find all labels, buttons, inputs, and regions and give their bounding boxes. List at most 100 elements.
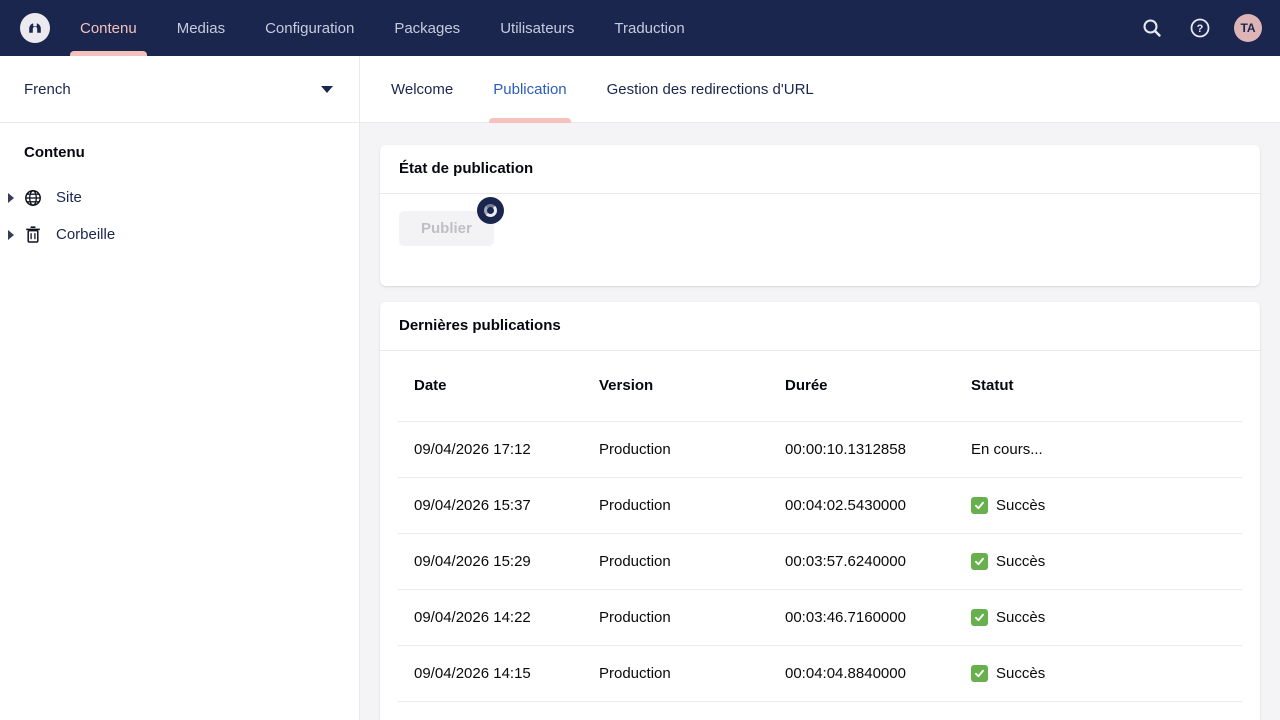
cell-duration: 00:00:10.1312858 bbox=[769, 421, 955, 477]
success-check-icon bbox=[971, 609, 988, 626]
active-tab-indicator bbox=[489, 118, 570, 123]
column-header-version: Version bbox=[583, 351, 769, 421]
globe-icon bbox=[24, 189, 42, 207]
tree-item-corbeille[interactable]: Corbeille bbox=[0, 216, 359, 253]
table-row: 09/04/2026 15:29 Production 00:03:57.624… bbox=[398, 533, 1242, 589]
success-check-icon bbox=[971, 497, 988, 514]
nav-item-label: Contenu bbox=[80, 20, 137, 37]
column-header-date: Date bbox=[398, 351, 583, 421]
cell-version: Production bbox=[583, 701, 769, 720]
cell-status: Succès bbox=[955, 701, 1242, 720]
nav-item-label: Packages bbox=[394, 20, 460, 37]
search-icon bbox=[1141, 17, 1163, 39]
active-section-indicator bbox=[70, 51, 147, 56]
card-title: Dernières publications bbox=[399, 317, 561, 334]
status-text: Succès bbox=[996, 553, 1045, 570]
language-selector[interactable]: French bbox=[0, 56, 359, 123]
nav-item-traduction[interactable]: Traduction bbox=[614, 0, 684, 56]
nav-item-label: Traduction bbox=[614, 20, 684, 37]
language-selector-value: French bbox=[24, 81, 71, 98]
main-panel: Welcome Publication Gestion des redirect… bbox=[360, 56, 1280, 720]
column-header-status: Statut bbox=[955, 351, 1242, 421]
search-button[interactable] bbox=[1138, 14, 1166, 42]
cell-date: 09/04/2026 14:15 bbox=[398, 645, 583, 701]
publication-state-card: État de publication Publier bbox=[380, 145, 1260, 286]
status-badge: Succès bbox=[971, 590, 1242, 645]
nav-item-contenu[interactable]: Contenu bbox=[80, 0, 137, 56]
status-badge: Succès bbox=[971, 646, 1242, 701]
tree-item-label: Site bbox=[56, 189, 82, 206]
card-header: Dernières publications bbox=[380, 302, 1260, 351]
nav-item-label: Medias bbox=[177, 20, 225, 37]
svg-text:?: ? bbox=[1197, 23, 1204, 35]
cell-status: En cours... bbox=[955, 421, 1242, 477]
table-row: 09/04/2026 14:22 Production 00:03:46.716… bbox=[398, 589, 1242, 645]
trash-icon bbox=[24, 226, 42, 243]
table-row: 09/04/2026 13:48 Production 00:04:00.224… bbox=[398, 701, 1242, 720]
card-title: État de publication bbox=[399, 160, 533, 177]
cell-date: 09/04/2026 15:37 bbox=[398, 477, 583, 533]
success-check-icon bbox=[971, 553, 988, 570]
cell-date: 09/04/2026 17:12 bbox=[398, 421, 583, 477]
chevron-down-icon bbox=[321, 86, 333, 93]
column-header-duration: Durée bbox=[769, 351, 955, 421]
top-navigation-bar: Contenu Medias Configuration Packages Ut… bbox=[0, 0, 1280, 56]
status-badge: Succès bbox=[971, 478, 1242, 533]
tab-label: Gestion des redirections d'URL bbox=[607, 81, 814, 98]
cell-duration: 00:04:02.5430000 bbox=[769, 477, 955, 533]
status-badge: En cours... bbox=[971, 422, 1242, 477]
nav-item-packages[interactable]: Packages bbox=[394, 0, 460, 56]
user-avatar[interactable]: TA bbox=[1234, 14, 1262, 42]
nav-item-utilisateurs[interactable]: Utilisateurs bbox=[500, 0, 574, 56]
status-text: Succès bbox=[996, 497, 1045, 514]
cell-status: Succès bbox=[955, 533, 1242, 589]
cell-status: Succès bbox=[955, 645, 1242, 701]
cell-version: Production bbox=[583, 421, 769, 477]
table-row: 09/04/2026 17:12 Production 00:00:10.131… bbox=[398, 421, 1242, 477]
tab-content: État de publication Publier Dernières pu… bbox=[360, 123, 1280, 720]
tree-section-header: Contenu bbox=[0, 123, 359, 171]
publications-table-body: 09/04/2026 17:12 Production 00:00:10.131… bbox=[398, 421, 1242, 720]
publish-button-wrapper: Publier bbox=[399, 211, 494, 246]
table-row: 09/04/2026 14:15 Production 00:04:04.884… bbox=[398, 645, 1242, 701]
content-tree-sidebar: French Contenu Site bbox=[0, 56, 360, 720]
cell-status: Succès bbox=[955, 589, 1242, 645]
tab-publication[interactable]: Publication bbox=[493, 56, 566, 123]
content-tree: Site Corbeille bbox=[0, 171, 359, 253]
nav-item-label: Configuration bbox=[265, 20, 354, 37]
expand-caret-icon[interactable] bbox=[8, 230, 14, 240]
section-menu: Contenu Medias Configuration Packages Ut… bbox=[80, 0, 685, 56]
publications-table: Date Version Durée Statut 09/04/2026 17:… bbox=[398, 351, 1242, 720]
umbraco-logo[interactable] bbox=[20, 13, 50, 43]
tree-item-site[interactable]: Site bbox=[0, 179, 359, 216]
card-header: État de publication bbox=[380, 145, 1260, 194]
tab-label: Welcome bbox=[391, 81, 453, 98]
loading-badge bbox=[477, 197, 504, 224]
table-row: 09/04/2026 15:37 Production 00:04:02.543… bbox=[398, 477, 1242, 533]
cell-duration: 00:03:46.7160000 bbox=[769, 589, 955, 645]
cell-version: Production bbox=[583, 645, 769, 701]
tab-welcome[interactable]: Welcome bbox=[391, 56, 453, 123]
help-button[interactable]: ? bbox=[1186, 14, 1214, 42]
cell-version: Production bbox=[583, 589, 769, 645]
status-badge: Succès bbox=[971, 534, 1242, 589]
nav-item-configuration[interactable]: Configuration bbox=[265, 0, 354, 56]
cell-status: Succès bbox=[955, 477, 1242, 533]
status-text: En cours... bbox=[971, 441, 1043, 458]
tab-label: Publication bbox=[493, 81, 566, 98]
success-check-icon bbox=[971, 665, 988, 682]
help-icon: ? bbox=[1189, 17, 1211, 39]
workspace: French Contenu Site bbox=[0, 56, 1280, 720]
umbraco-u-icon bbox=[25, 18, 45, 38]
publish-card-body: Publier bbox=[380, 194, 1260, 286]
status-text: Succès bbox=[996, 609, 1045, 626]
nav-item-medias[interactable]: Medias bbox=[177, 0, 225, 56]
cell-date: 09/04/2026 15:29 bbox=[398, 533, 583, 589]
cell-date: 09/04/2026 13:48 bbox=[398, 701, 583, 720]
content-tabs: Welcome Publication Gestion des redirect… bbox=[360, 56, 1280, 123]
cell-version: Production bbox=[583, 533, 769, 589]
publications-table-wrap: Date Version Durée Statut 09/04/2026 17:… bbox=[380, 351, 1260, 720]
topnav-right-actions: ? TA bbox=[1138, 14, 1262, 42]
tab-gestion-redirections[interactable]: Gestion des redirections d'URL bbox=[607, 56, 814, 123]
expand-caret-icon[interactable] bbox=[8, 193, 14, 203]
